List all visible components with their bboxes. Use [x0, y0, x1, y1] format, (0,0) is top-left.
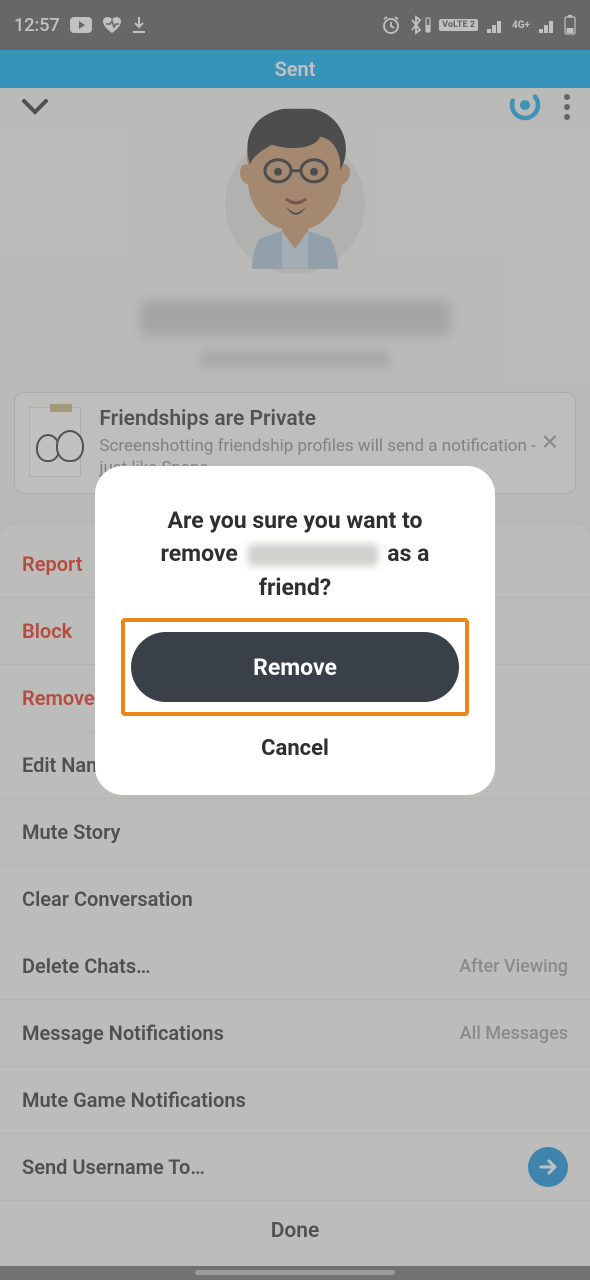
dialog-username-redacted [248, 544, 378, 566]
cancel-button[interactable]: Cancel [261, 736, 329, 761]
remove-friend-dialog: Are you sure you want to remove as a fri… [95, 466, 495, 795]
highlight-annotation: Remove [121, 618, 469, 716]
dialog-title: Are you sure you want to remove as a fri… [121, 504, 469, 604]
remove-button[interactable]: Remove [131, 632, 459, 702]
